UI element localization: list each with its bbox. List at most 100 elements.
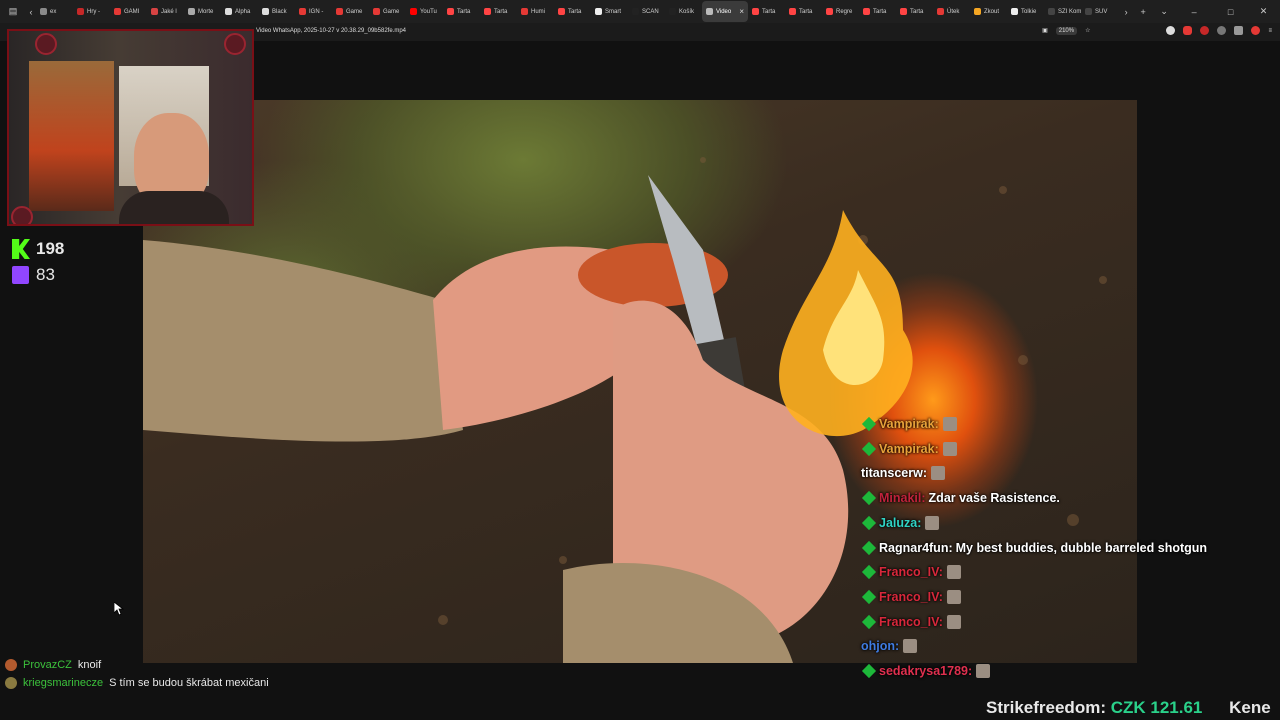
- tab[interactable]: Black: [258, 1, 295, 22]
- tab-active[interactable]: Video ×: [701, 1, 748, 22]
- tab-favicon-icon: [187, 8, 195, 15]
- chat-username: Ragnar4fun:: [879, 540, 953, 555]
- tab[interactable]: Game: [332, 1, 369, 22]
- minimize-button[interactable]: –: [1174, 7, 1214, 17]
- tab[interactable]: SZI Komu: [1044, 1, 1081, 22]
- chat-message: Franco_IV:: [861, 565, 961, 580]
- tab-label: Smart: [604, 8, 621, 15]
- tab[interactable]: GAMI: [110, 1, 147, 22]
- tab[interactable]: IGN -: [295, 1, 332, 22]
- tab[interactable]: Košík: [665, 1, 702, 22]
- video-player[interactable]: [143, 100, 1137, 663]
- chat-text: My best buddies, dubble barreled shotgun: [955, 540, 1208, 555]
- tab-label: Tarta: [567, 8, 582, 15]
- tab[interactable]: Alpha: [221, 1, 258, 22]
- twitch-viewers: 83: [12, 262, 64, 288]
- next-donor-name: Kene: [1229, 698, 1271, 717]
- kick-logo-icon: [12, 239, 30, 259]
- tab-label: SZI Komu: [1057, 8, 1081, 15]
- tab[interactable]: Humi: [517, 1, 554, 22]
- close-window-button[interactable]: ✕: [1247, 6, 1280, 17]
- tab[interactable]: Hry -: [73, 1, 110, 22]
- chat-username: sedakrysa1789:: [879, 664, 973, 678]
- tab[interactable]: Tarta: [480, 1, 517, 22]
- browser-tab-bar: ▤ ‹ ex Hry - GAMI Jaké l Morte Alpha Black IGN …: [0, 0, 1280, 23]
- chat-username: ProvazCZ: [23, 659, 72, 671]
- donation-ticker: Strikefreedom: CZK 121.61 Kene: [986, 698, 1271, 718]
- profile-icon[interactable]: [1251, 26, 1261, 35]
- zoom-level[interactable]: 210%: [1055, 26, 1078, 35]
- tab[interactable]: SCAN: [628, 1, 665, 22]
- subscriber-badge-icon: [861, 614, 877, 629]
- tab[interactable]: Regre: [822, 1, 859, 22]
- subscriber-badge-icon: [861, 416, 877, 432]
- video-frame-forest-scene: [143, 157, 1107, 663]
- new-tab-button[interactable]: +: [1132, 7, 1154, 17]
- tab[interactable]: Tarta: [896, 1, 933, 22]
- chat-emote-icon: [942, 417, 957, 431]
- tab[interactable]: Game: [369, 1, 406, 22]
- subscriber-badge-icon: [861, 491, 877, 506]
- tab[interactable]: Tarta: [748, 1, 785, 22]
- tab-actions-icon[interactable]: ▤: [0, 6, 26, 17]
- chat-username: ohjon:: [861, 639, 900, 654]
- tab-favicon-icon: [668, 8, 676, 15]
- user-avatar-icon: [5, 677, 17, 689]
- tab[interactable]: Tarta: [443, 1, 480, 22]
- scroll-tabs-left-icon[interactable]: ‹: [26, 7, 36, 17]
- bookmark-star-icon[interactable]: ☆: [1085, 27, 1090, 34]
- tab[interactable]: Tolkie: [1007, 1, 1044, 22]
- doom-eternal-poster: [29, 61, 114, 211]
- extension-dark-red-icon[interactable]: [1200, 26, 1210, 35]
- tab[interactable]: Útek: [933, 1, 970, 22]
- tab[interactable]: Zkout: [970, 1, 1007, 22]
- tab-favicon-icon: [1084, 8, 1092, 15]
- tab-favicon-icon: [973, 8, 981, 15]
- chat-text: knoif: [77, 659, 102, 671]
- subscriber-badge-icon: [861, 441, 877, 456]
- tab-label: Jaké l: [160, 8, 177, 15]
- pip-icon[interactable]: ▣: [1042, 27, 1048, 34]
- extension-red-icon[interactable]: [1183, 26, 1193, 35]
- tab-favicon-icon: [631, 8, 639, 15]
- tab-strip: ex Hry - GAMI Jaké l Morte Alpha Black IGN - Gam…: [36, 0, 1120, 23]
- close-tab-icon[interactable]: ×: [739, 7, 744, 16]
- maximize-button[interactable]: □: [1214, 7, 1247, 17]
- chat-message: Jaluza:: [861, 515, 940, 530]
- tab-label: Morte: [197, 8, 214, 15]
- extensions-puzzle-icon[interactable]: [1234, 26, 1244, 35]
- tab[interactable]: Tarta: [859, 1, 896, 22]
- tab-favicon-icon: [862, 8, 870, 15]
- tab-favicon-icon: [594, 8, 602, 15]
- chat-message: Vampirak:: [861, 416, 957, 432]
- tab-favicon-icon: [1047, 8, 1055, 15]
- extension-grey-icon[interactable]: [1217, 26, 1227, 35]
- menu-icon[interactable]: ≡: [1268, 28, 1272, 34]
- frame-ornament-icon: [11, 206, 33, 224]
- scroll-tabs-right-icon[interactable]: ›: [1120, 7, 1132, 17]
- tab[interactable]: Smart: [591, 1, 628, 22]
- tab[interactable]: Morte: [184, 1, 221, 22]
- tab[interactable]: YouTu: [406, 1, 443, 22]
- chat-emote-icon: [931, 466, 945, 481]
- chat-message: ProvazCZ knoif: [5, 659, 101, 671]
- tab-label: Regre: [835, 8, 853, 15]
- tab-favicon-icon: [335, 8, 343, 15]
- chat-username: Jaluza:: [879, 515, 922, 530]
- tab-favicon-icon: [936, 8, 944, 15]
- tab[interactable]: Tarta: [554, 1, 591, 22]
- tab[interactable]: ex: [36, 1, 73, 22]
- chat-message: ohjon:: [861, 639, 918, 654]
- tab[interactable]: Tarta: [785, 1, 822, 22]
- mouse-cursor-icon: [114, 602, 124, 616]
- subscriber-badge-icon: [861, 589, 877, 604]
- tab-label: IGN -: [308, 8, 324, 15]
- tab-list-chevron-icon[interactable]: ⌄: [1154, 6, 1174, 17]
- account-icon[interactable]: [1166, 26, 1176, 35]
- chat-username: Franco_IV:: [879, 565, 943, 580]
- tab-favicon-icon: [705, 8, 713, 15]
- tab[interactable]: SUV: [1081, 1, 1118, 22]
- tab-label: Tarta: [761, 8, 776, 15]
- url-text[interactable]: Video WhatsApp, 2025-10-27 v 20.38.29_09…: [256, 28, 406, 34]
- tab[interactable]: Jaké l: [147, 1, 184, 22]
